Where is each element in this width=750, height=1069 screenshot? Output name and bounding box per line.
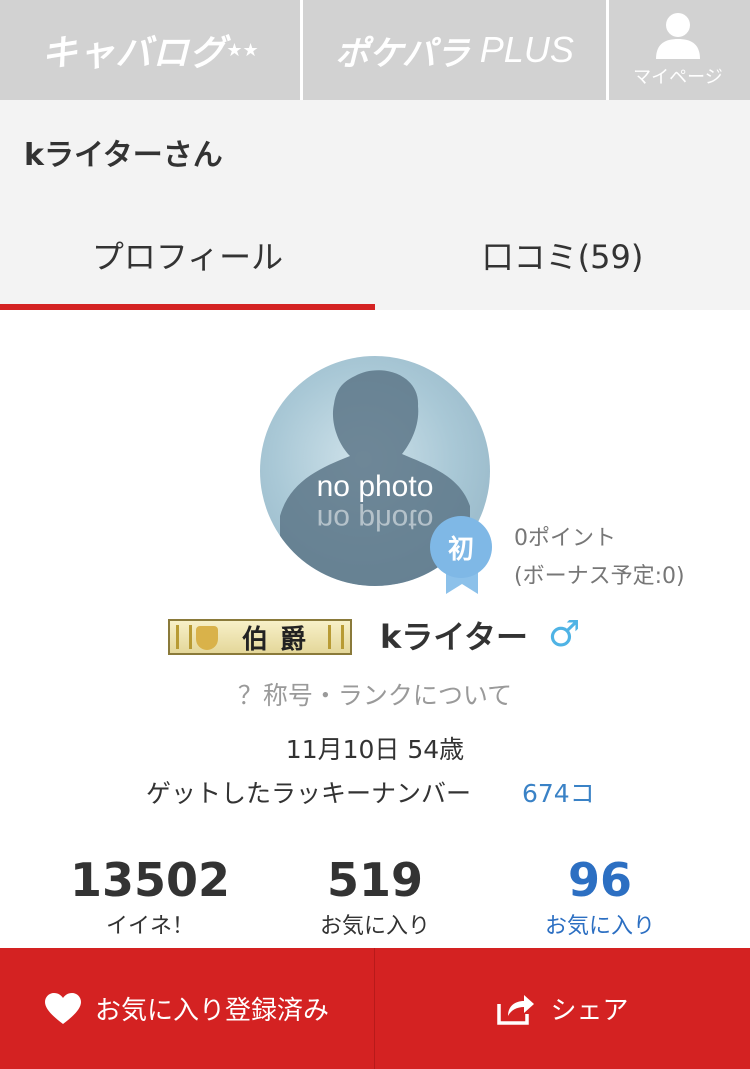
plate-ornament — [328, 625, 344, 649]
favorited-by-stat[interactable]: 96 お気に入り — [500, 854, 700, 940]
points-text: 0ポイント — [514, 526, 616, 551]
mypage-label: マイページ — [633, 67, 723, 88]
title-bar: kライターさん — [0, 100, 750, 200]
likes-count: 13502 — [69, 853, 231, 907]
share-label: シェア — [550, 996, 629, 1026]
plus-label: PLUS — [479, 29, 574, 70]
share-icon — [496, 992, 536, 1026]
likes-stat: 13502 イイネ！ — [50, 854, 250, 940]
mypage-button[interactable]: マイページ — [609, 0, 747, 100]
favorites-count: 519 — [326, 853, 424, 907]
bonus-text: (ボーナス予定:0) — [514, 564, 685, 589]
cabalog-logo: キャバログ — [41, 33, 227, 74]
share-button[interactable]: シェア — [375, 948, 750, 1069]
tab-bar: プロフィール 口コミ(59) — [0, 200, 750, 310]
beginner-badge: 初 — [430, 516, 492, 578]
birthday-age: 11月10日 54歳 — [285, 735, 465, 764]
bottom-action-bar: お気に入り登録済み シェア — [0, 948, 750, 1069]
user-icon — [656, 13, 700, 59]
male-icon: ♂ — [548, 614, 581, 655]
no-photo-text: no photo — [316, 470, 434, 503]
pokepara-logo: ポケパラ — [335, 33, 470, 74]
likes-label: イイネ！ — [105, 914, 194, 939]
favorites-stat: 519 お気に入り — [275, 854, 475, 940]
pokepara-plus-logo-link[interactable]: ポケパラ PLUS — [303, 0, 609, 100]
page-title: kライターさん — [24, 138, 223, 173]
user-name: kライター — [380, 618, 529, 656]
rank-info-link[interactable]: ？称号・ランクについて — [0, 676, 750, 712]
lucky-number-link[interactable]: 674コ — [522, 774, 595, 810]
top-nav: キャバログ ★★ ポケパラ PLUS マイページ — [0, 0, 750, 100]
tab-profile[interactable]: プロフィール — [0, 200, 375, 310]
star-icon: ★★ — [226, 39, 259, 61]
shield-icon — [196, 626, 218, 650]
points-info: 0ポイント (ボーナス予定:0) — [514, 520, 685, 596]
plate-ornament — [176, 625, 192, 649]
tab-reviews[interactable]: 口コミ(59) — [375, 200, 750, 310]
rank-title: 伯爵 — [241, 624, 318, 655]
favorites-label: お気に入り — [319, 914, 430, 939]
favorited-by-count: 96 — [567, 853, 632, 907]
favorited-by-label: お気に入り — [544, 914, 655, 939]
favorite-registered-button[interactable]: お気に入り登録済み — [0, 948, 375, 1069]
cabalog-logo-link[interactable]: キャバログ ★★ — [0, 0, 303, 100]
rank-plate: 伯爵 — [168, 619, 352, 655]
lucky-number-label: ゲットしたラッキーナンバー — [146, 779, 472, 808]
favorite-registered-label: お気に入り登録済み — [94, 996, 329, 1026]
heart-icon — [44, 992, 81, 1025]
